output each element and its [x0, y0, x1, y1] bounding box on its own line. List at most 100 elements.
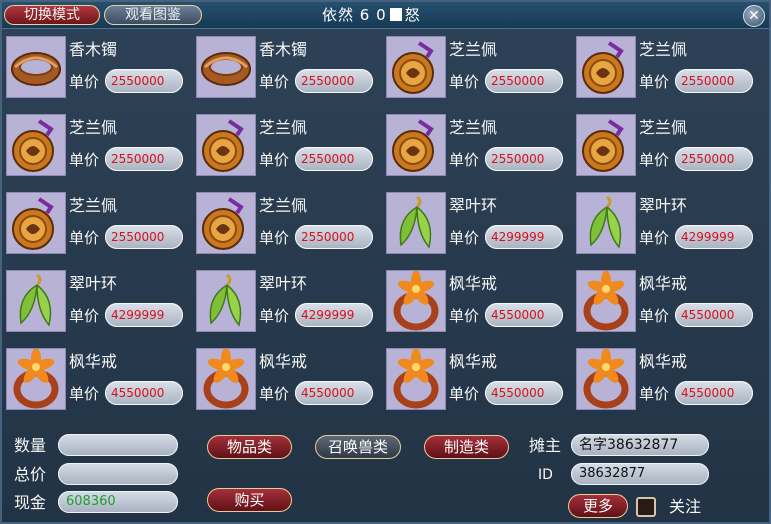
unit-price-label: 单价 — [69, 385, 100, 403]
item-slot[interactable]: 芝兰佩单价 2550000 — [576, 114, 762, 180]
item-slot[interactable]: 芝兰佩单价 2550000 — [196, 192, 382, 258]
flower-ring-icon[interactable] — [576, 348, 636, 410]
id-label: ID — [538, 467, 553, 483]
item-slot[interactable]: 芝兰佩 单价 2550000 — [196, 114, 382, 180]
item-name: 翠叶环 — [69, 274, 118, 293]
unit-price-label: 单价 — [449, 151, 480, 169]
item-slot[interactable]: 枫华戒 单价 4550000 — [386, 348, 572, 414]
item-name: 翠叶环 — [639, 196, 688, 215]
stall-owner-field: 名字38632877 — [571, 434, 709, 456]
leaf-earring-icon[interactable] — [196, 270, 256, 332]
item-name: 枫华戒 — [69, 352, 118, 371]
item-name: 芝兰佩 — [69, 118, 118, 137]
item-slot[interactable]: 翠叶环 单价 4299999 — [386, 192, 572, 258]
item-slot[interactable]: 芝兰佩 单价 2550000 — [386, 36, 572, 102]
item-slot[interactable]: 翠叶环 单价 4299999 — [576, 192, 762, 258]
unit-price-value: 2550000 — [675, 69, 753, 93]
unit-price-value: 2550000 — [105, 225, 183, 249]
unit-price-value: 2550000 — [105, 147, 183, 171]
close-icon: ✕ — [748, 8, 760, 24]
total-price-field — [58, 463, 178, 485]
stall-owner-label: 摊主 — [529, 436, 562, 455]
item-slot[interactable]: 枫华戒 单价 4550000 — [576, 270, 762, 336]
id-field: 38632877 — [571, 463, 709, 485]
item-name: 芝兰佩 — [639, 118, 688, 137]
unit-price-value: 2550000 — [675, 147, 753, 171]
pendant-icon[interactable] — [386, 114, 446, 176]
tab-items[interactable]: 物品类 — [207, 435, 292, 459]
unit-price-label: 单价 — [639, 151, 670, 169]
unit-price-label: 单价 — [449, 229, 480, 247]
more-button[interactable]: 更多 — [568, 494, 628, 518]
view-atlas-button[interactable]: 观看图鉴 — [104, 5, 202, 25]
follow-checkbox[interactable] — [636, 497, 656, 517]
unit-price-label: 单价 — [69, 151, 100, 169]
unit-price-label: 单价 — [639, 307, 670, 325]
unit-price-value: 2550000 — [295, 147, 373, 171]
pendant-icon[interactable] — [196, 192, 256, 254]
item-slot[interactable]: 香木镯 单价 2550000 — [6, 36, 192, 102]
flower-ring-icon[interactable] — [386, 270, 446, 332]
unit-price-value: 4550000 — [675, 303, 753, 327]
unit-price-label: 单价 — [259, 307, 290, 325]
leaf-earring-icon[interactable] — [6, 270, 66, 332]
leaf-earring-icon[interactable] — [576, 192, 636, 254]
item-slot[interactable]: 芝兰佩 单价 2550000 — [576, 36, 762, 102]
unit-price-value: 2550000 — [105, 69, 183, 93]
quantity-input[interactable] — [58, 434, 178, 456]
flower-ring-icon[interactable] — [386, 348, 446, 410]
item-slot[interactable]: 枫华戒 单价 4550000 — [576, 348, 762, 414]
bracelet-icon[interactable] — [196, 36, 256, 98]
unit-price-label: 单价 — [259, 229, 290, 247]
flower-ring-icon[interactable] — [576, 270, 636, 332]
unit-price-label: 单价 — [69, 73, 100, 91]
unit-price-value: 2550000 — [485, 147, 563, 171]
item-name: 枫华戒 — [639, 352, 688, 371]
item-slot[interactable]: 芝兰佩单价 2550000 — [6, 114, 192, 180]
item-slot[interactable]: 翠叶环单价 4299999 — [196, 270, 382, 336]
unit-price-label: 单价 — [259, 385, 290, 403]
item-name: 枫华戒 — [259, 352, 308, 371]
unit-price-value: 4550000 — [295, 381, 373, 405]
item-slot[interactable]: 芝兰佩 单价 2550000 — [386, 114, 572, 180]
unit-price-value: 2550000 — [295, 225, 373, 249]
item-name: 香木镯 — [259, 40, 308, 59]
buy-button[interactable]: 购买 — [207, 488, 292, 512]
unit-price-value: 4550000 — [485, 381, 563, 405]
item-name: 翠叶环 — [259, 274, 308, 293]
item-name: 翠叶环 — [449, 196, 498, 215]
flower-ring-icon[interactable] — [196, 348, 256, 410]
pendant-icon[interactable] — [196, 114, 256, 176]
unit-price-label: 单价 — [449, 307, 480, 325]
leaf-earring-icon[interactable] — [386, 192, 446, 254]
item-slot[interactable]: 芝兰佩 单价 2550000 — [6, 192, 192, 258]
item-slot[interactable]: 香木镯 单价 2550000 — [196, 36, 382, 102]
unit-price-label: 单价 — [259, 73, 290, 91]
unit-price-label: 单价 — [449, 73, 480, 91]
unit-price-label: 单价 — [639, 385, 670, 403]
switch-mode-button[interactable]: 切换模式 — [4, 5, 100, 25]
pendant-icon[interactable] — [6, 192, 66, 254]
item-name: 枫华戒 — [449, 274, 498, 293]
unit-price-value: 4550000 — [485, 303, 563, 327]
item-name: 芝兰佩 — [259, 196, 308, 215]
item-slot[interactable]: 翠叶环 单价 4299999 — [6, 270, 192, 336]
unit-price-value: 4299999 — [675, 225, 753, 249]
pendant-icon[interactable] — [386, 36, 446, 98]
item-slot[interactable]: 枫华戒单价 4550000 — [6, 348, 192, 414]
bracelet-icon[interactable] — [6, 36, 66, 98]
pendant-icon[interactable] — [576, 36, 636, 98]
unit-price-value: 4550000 — [105, 381, 183, 405]
pendant-icon[interactable] — [6, 114, 66, 176]
tab-crafting[interactable]: 制造类 — [424, 435, 509, 459]
stall-window: 切换模式 观看图鉴 依然 6 0 怒 ✕ 香木镯 单价 2550000 香木镯 单价 255… — [0, 0, 771, 524]
title-bar[interactable]: 切换模式 观看图鉴 依然 6 0 怒 ✕ — [2, 2, 769, 29]
tab-summoned-pets[interactable]: 召唤兽类 — [315, 435, 401, 459]
unit-price-label: 单价 — [259, 151, 290, 169]
close-button[interactable]: ✕ — [743, 5, 765, 27]
item-slot[interactable]: 枫华戒单价 4550000 — [196, 348, 382, 414]
unit-price-value: 4299999 — [295, 303, 373, 327]
item-slot[interactable]: 枫华戒单价 4550000 — [386, 270, 572, 336]
pendant-icon[interactable] — [576, 114, 636, 176]
flower-ring-icon[interactable] — [6, 348, 66, 410]
